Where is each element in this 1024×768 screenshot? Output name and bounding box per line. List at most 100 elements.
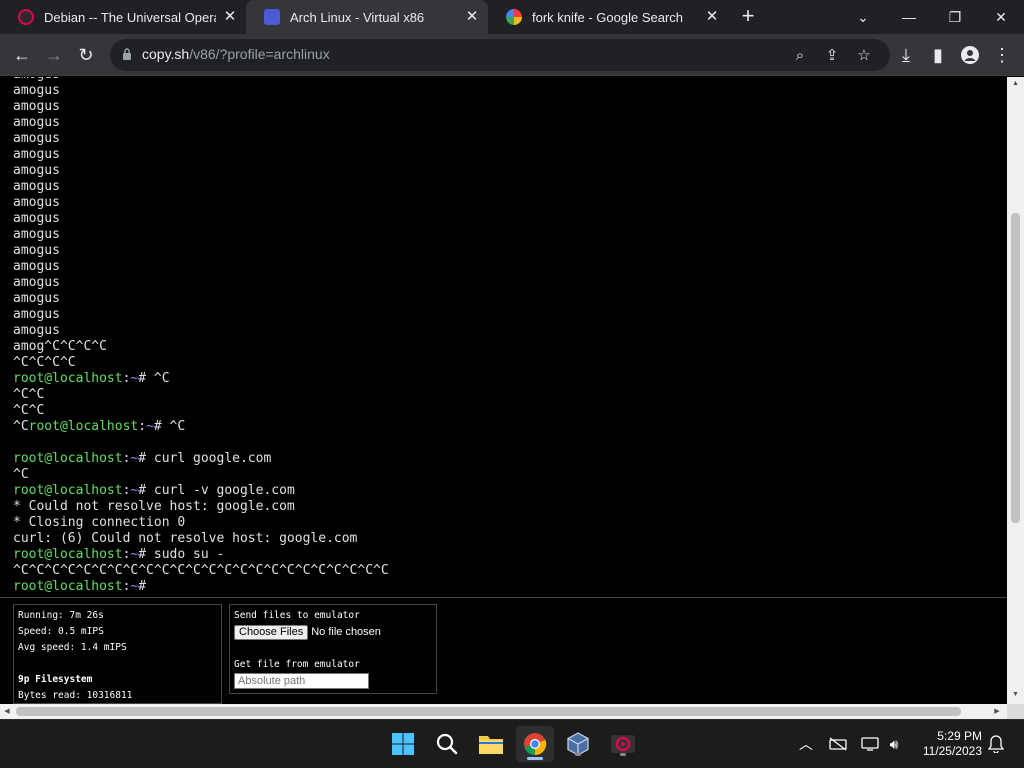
- clock[interactable]: 5:29 PM 11/25/2023: [912, 729, 982, 759]
- tab-google-search[interactable]: fork knife - Google Search ✕: [488, 0, 728, 34]
- virtualbox-icon[interactable]: [564, 730, 592, 758]
- google-icon: [506, 9, 522, 25]
- tab-strip: Debian -- The Universal Operatin ✕ Arch …: [0, 0, 1024, 34]
- terminal-output: amog^C^C^C^C: [13, 339, 107, 354]
- terminal-output: amogus: [13, 179, 60, 194]
- scroll-left-arrow-icon[interactable]: ◀: [0, 705, 14, 719]
- terminal-output: amogus: [13, 323, 60, 338]
- terminal-line: amogus: [13, 291, 1007, 307]
- windows-start-icon[interactable]: [389, 730, 417, 758]
- debian-app-icon[interactable]: [609, 730, 637, 758]
- close-tab-icon[interactable]: ✕: [464, 9, 480, 25]
- screen: Debian -- The Universal Operatin ✕ Arch …: [0, 0, 1024, 768]
- absolute-path-input[interactable]: [234, 673, 369, 689]
- send-files-label: Send files to emulator: [234, 610, 360, 621]
- terminal-prompt-dir: ~: [146, 419, 154, 434]
- terminal-screen[interactable]: amogus amogus amogus amogus amogus amogus amog…: [13, 77, 1007, 674]
- notification-bell-icon[interactable]: [986, 734, 1006, 754]
- chrome-taskbar-icon[interactable]: [516, 726, 554, 762]
- terminal-line: amogus: [13, 179, 1007, 195]
- bookmark-star-icon[interactable]: ☆: [852, 43, 876, 67]
- terminal-line: amogus: [13, 227, 1007, 243]
- terminal-line: amogus: [13, 83, 1007, 99]
- terminal-line: ^C: [13, 467, 1007, 483]
- terminal-line: * Could not resolve host: google.com: [13, 499, 1007, 515]
- terminal-line: amogus: [13, 163, 1007, 179]
- terminal-line: amogus: [13, 323, 1007, 339]
- tab-title: Debian -- The Universal Operatin: [44, 9, 216, 25]
- zoom-icon[interactable]: ⌕: [788, 43, 812, 67]
- side-panel-icon[interactable]: ▮: [924, 41, 952, 69]
- terminal-output: amogus: [13, 227, 60, 242]
- vertical-scrollbar[interactable]: ▲ ▼: [1007, 77, 1024, 704]
- terminal-prompt-colon: :: [138, 419, 147, 434]
- terminal-prefix: ^C: [13, 419, 29, 434]
- close-window-button[interactable]: ✕: [978, 0, 1024, 34]
- debian-swirl-icon: [18, 9, 34, 25]
- terminal-output: amogus: [13, 115, 60, 130]
- url-text: copy.sh/v86/?profile=archlinux: [142, 46, 330, 62]
- show-hidden-icons-chevron-icon[interactable]: ︿: [796, 734, 816, 754]
- page-viewport: amogus amogus amogus amogus amogus amogus amog…: [0, 77, 1007, 704]
- download-icon[interactable]: ⤓: [892, 41, 920, 69]
- terminal-line: amogus: [13, 99, 1007, 115]
- terminal-command: # sudo su -: [138, 547, 225, 562]
- terminal-output: amogus: [13, 291, 60, 306]
- network-off-icon[interactable]: [828, 734, 848, 754]
- taskbar: ︿ 🔊︎ 5:29 PM 11/25/2023: [0, 719, 1024, 768]
- menu-kebab-icon[interactable]: ⋮: [988, 41, 1016, 69]
- terminal-output: curl: (6) Could not resolve host: google…: [13, 531, 358, 546]
- terminal-output: amogus: [13, 163, 60, 178]
- file-explorer-icon[interactable]: [477, 730, 505, 758]
- terminal-line: amogus: [13, 243, 1007, 259]
- terminal-line: ^C^C: [13, 387, 1007, 403]
- running-time: Running: 7m 26s: [18, 610, 104, 621]
- reload-button[interactable]: ↻: [72, 41, 100, 69]
- search-icon[interactable]: [433, 730, 461, 758]
- scrollbar-corner: [1007, 704, 1024, 719]
- back-button[interactable]: ←: [8, 41, 36, 69]
- tab-debian[interactable]: Debian -- The Universal Operatin ✕: [0, 0, 246, 34]
- clock-date: 11/25/2023: [922, 744, 982, 758]
- forward-button[interactable]: →: [40, 41, 68, 69]
- tab-search-chevron-icon[interactable]: ⌄: [840, 0, 886, 34]
- scroll-up-arrow-icon[interactable]: ▲: [1007, 77, 1024, 91]
- choose-files-button[interactable]: Choose Files: [234, 625, 309, 640]
- restore-button[interactable]: ❐: [932, 0, 978, 34]
- terminal-command: # ^C: [138, 371, 170, 386]
- file-transfer-panel: Send files to emulator Choose Files No fi…: [229, 604, 437, 694]
- close-tab-icon[interactable]: ✕: [704, 9, 720, 25]
- bytes-read: Bytes read: 10316811: [18, 690, 133, 701]
- terminal-prompt-user: root@localhost: [13, 451, 123, 466]
- runtime-stats-panel: Running: 7m 26s Speed: 0.5 mIPS Avg spee…: [13, 604, 222, 704]
- horizontal-scroll-thumb[interactable]: [16, 707, 961, 716]
- horizontal-scrollbar[interactable]: ◀ ▶: [0, 704, 1007, 719]
- new-tab-button[interactable]: +: [736, 5, 760, 29]
- active-indicator: [527, 757, 543, 760]
- terminal-prompt-user: root@localhost: [13, 547, 123, 562]
- terminal-output: amogus: [13, 259, 60, 274]
- close-tab-icon[interactable]: ✕: [222, 9, 238, 25]
- profile-avatar-icon[interactable]: [956, 41, 984, 69]
- terminal-line: root@localhost:~#: [13, 579, 1007, 595]
- speed: Speed: 0.5 mIPS: [18, 626, 104, 637]
- terminal-line: amogus: [13, 211, 1007, 227]
- volume-icon[interactable]: 🔊︎: [884, 734, 904, 754]
- get-file-label: Get file from emulator: [234, 659, 360, 670]
- terminal-line: amog^C^C^C^C: [13, 339, 1007, 355]
- tab-title: Arch Linux - Virtual x86: [290, 9, 425, 25]
- terminal-output: ^C^C^C^C^C^C^C^C^C^C^C^C^C^C^C^C^C^C^C^C…: [13, 563, 389, 578]
- terminal-line: amogus: [13, 195, 1007, 211]
- share-icon[interactable]: ⇪: [820, 43, 844, 67]
- terminal-line: root@localhost:~# ^C: [13, 371, 1007, 387]
- scroll-down-arrow-icon[interactable]: ▼: [1007, 688, 1024, 702]
- display-icon[interactable]: [860, 734, 880, 754]
- scroll-right-arrow-icon[interactable]: ▶: [990, 705, 1004, 719]
- address-bar[interactable]: copy.sh/v86/?profile=archlinux ⌕ ⇪ ☆: [110, 39, 890, 71]
- running-indicator: [620, 753, 626, 756]
- minimize-button[interactable]: —: [886, 0, 932, 34]
- tab-arch-linux[interactable]: Arch Linux - Virtual x86 ✕: [246, 0, 488, 34]
- terminal-prompt-user: root@localhost: [13, 483, 123, 498]
- vertical-scroll-thumb[interactable]: [1011, 213, 1020, 523]
